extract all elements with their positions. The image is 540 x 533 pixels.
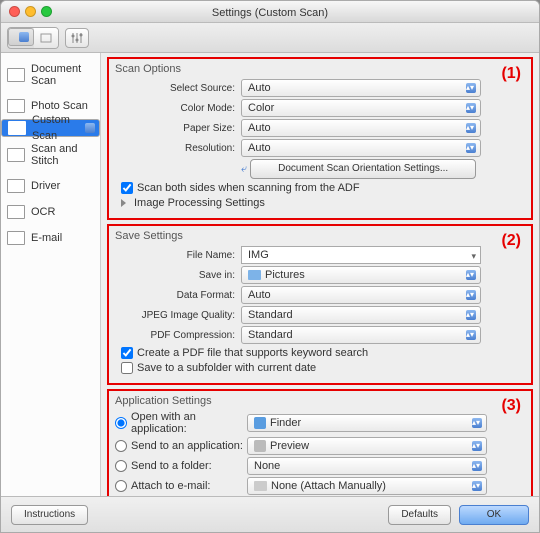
return-icon: ⤶ xyxy=(241,163,247,176)
attach-email-select[interactable]: None (Attach Manually)▴▾ xyxy=(247,477,487,495)
sidebar-item-ocr[interactable]: OCR xyxy=(1,199,100,225)
section-title: Save Settings xyxy=(115,230,525,242)
attach-email-radio[interactable]: Attach to e-mail: xyxy=(115,480,247,492)
disclosure-label: Image Processing Settings xyxy=(134,197,265,209)
resolution-label: Resolution: xyxy=(115,143,241,154)
section-number: (1) xyxy=(501,65,521,83)
sidebar-item-label: E-mail xyxy=(31,232,62,244)
orientation-settings-button[interactable]: Document Scan Orientation Settings... xyxy=(250,159,476,179)
color-mode-label: Color Mode: xyxy=(115,103,241,114)
photo-scan-icon xyxy=(7,99,25,113)
titlebar: Settings (Custom Scan) xyxy=(1,1,539,23)
radio-label: Attach to e-mail: xyxy=(131,480,210,492)
application-settings-section: (3) Application Settings Open with an ap… xyxy=(107,389,533,496)
sidebar-item-label: Scan and Stitch xyxy=(31,143,94,167)
radio-label: Send to a folder: xyxy=(131,460,212,472)
ok-button[interactable]: OK xyxy=(459,505,529,525)
paper-size-label: Paper Size: xyxy=(115,123,241,134)
driver-icon xyxy=(7,179,25,193)
sidebar-item-driver[interactable]: Driver xyxy=(1,173,100,199)
pdf-keyword-checkbox[interactable]: Create a PDF file that supports keyword … xyxy=(121,347,525,359)
data-format-select[interactable]: Auto▴▾ xyxy=(241,286,481,304)
sidebar-item-label: Custom Scan xyxy=(32,112,81,144)
folder-icon xyxy=(248,270,261,280)
radio-label: Send to an application: xyxy=(131,440,243,452)
paper-size-select[interactable]: Auto▴▾ xyxy=(241,119,481,137)
window-controls xyxy=(9,6,52,17)
minimize-icon[interactable] xyxy=(25,6,36,17)
save-in-select[interactable]: Pictures▴▾ xyxy=(241,266,481,284)
section-number: (3) xyxy=(501,397,521,415)
jpeg-quality-select[interactable]: Standard▴▾ xyxy=(241,306,481,324)
section-title: Scan Options xyxy=(115,63,525,75)
scan-and-stitch-icon xyxy=(7,148,25,162)
toolbar xyxy=(1,23,539,53)
select-source-label: Select Source: xyxy=(115,83,241,94)
tab-from-computer-icon[interactable] xyxy=(8,28,34,46)
tab-from-panel-icon[interactable] xyxy=(34,28,58,48)
send-to-folder-radio[interactable]: Send to a folder: xyxy=(115,460,247,472)
subfolder-date-checkbox[interactable]: Save to a subfolder with current date xyxy=(121,362,525,374)
scan-both-sides-checkbox[interactable]: Scan both sides when scanning from the A… xyxy=(121,182,525,194)
sidebar-item-document-scan[interactable]: Document Scan xyxy=(1,57,100,93)
disclosure-triangle-icon xyxy=(121,199,126,207)
select-source-select[interactable]: Auto▴▾ xyxy=(241,79,481,97)
content-pane: (1) Scan Options Select Source:Auto▴▾ Co… xyxy=(101,53,539,496)
sidebar-item-label: Driver xyxy=(31,180,60,192)
custom-scan-icon xyxy=(8,121,26,135)
window-title: Settings (Custom Scan) xyxy=(212,7,328,19)
defaults-button[interactable]: Defaults xyxy=(388,505,451,525)
open-with-app-radio[interactable]: Open with an application: xyxy=(115,411,247,435)
file-name-label: File Name: xyxy=(115,250,241,261)
checkbox-label: Create a PDF file that supports keyword … xyxy=(137,347,368,359)
save-settings-section: (2) Save Settings File Name:IMG Save in:… xyxy=(107,224,533,385)
send-to-app-radio[interactable]: Send to an application: xyxy=(115,440,247,452)
send-to-app-select[interactable]: Preview▴▾ xyxy=(247,437,487,455)
section-number: (2) xyxy=(501,232,521,250)
resolution-select[interactable]: Auto▴▾ xyxy=(241,139,481,157)
file-name-input[interactable]: IMG xyxy=(241,246,481,264)
section-title: Application Settings xyxy=(115,395,525,407)
mail-icon xyxy=(254,481,267,491)
pdf-compression-label: PDF Compression: xyxy=(115,330,241,341)
image-processing-disclosure[interactable]: Image Processing Settings xyxy=(121,197,525,209)
sidebar-item-custom-scan[interactable]: Custom Scan xyxy=(1,119,100,137)
sidebar-item-label: Photo Scan xyxy=(31,100,88,112)
scan-options-section: (1) Scan Options Select Source:Auto▴▾ Co… xyxy=(107,57,533,220)
radio-label: Open with an application: xyxy=(131,411,247,435)
color-mode-select[interactable]: Color▴▾ xyxy=(241,99,481,117)
sidebar: Document Scan Photo Scan Custom Scan Sca… xyxy=(1,53,101,496)
footer: Instructions Defaults OK xyxy=(1,496,539,532)
sidebar-item-email[interactable]: E-mail xyxy=(1,225,100,251)
finder-icon xyxy=(254,417,266,429)
sidebar-item-label: OCR xyxy=(31,206,55,218)
save-in-label: Save in: xyxy=(115,270,241,281)
data-format-label: Data Format: xyxy=(115,290,241,301)
toolbar-settings-icon[interactable] xyxy=(65,28,89,48)
checkbox-label: Scan both sides when scanning from the A… xyxy=(137,182,360,194)
preview-icon xyxy=(254,440,266,452)
settings-window: Settings (Custom Scan) Document Scan Pho… xyxy=(0,0,540,533)
sidebar-item-label: Document Scan xyxy=(31,63,94,87)
open-with-app-select[interactable]: Finder▴▾ xyxy=(247,414,487,432)
jpeg-quality-label: JPEG Image Quality: xyxy=(115,310,241,321)
instructions-button[interactable]: Instructions xyxy=(11,505,88,525)
checkbox-label: Save to a subfolder with current date xyxy=(137,362,316,374)
pdf-compression-select[interactable]: Standard▴▾ xyxy=(241,326,481,344)
send-to-folder-select[interactable]: None▴▾ xyxy=(247,457,487,475)
ocr-icon xyxy=(7,205,25,219)
zoom-icon[interactable] xyxy=(41,6,52,17)
close-icon[interactable] xyxy=(9,6,20,17)
email-icon xyxy=(7,231,25,245)
document-scan-icon xyxy=(7,68,25,82)
toolbar-segment xyxy=(7,27,59,49)
